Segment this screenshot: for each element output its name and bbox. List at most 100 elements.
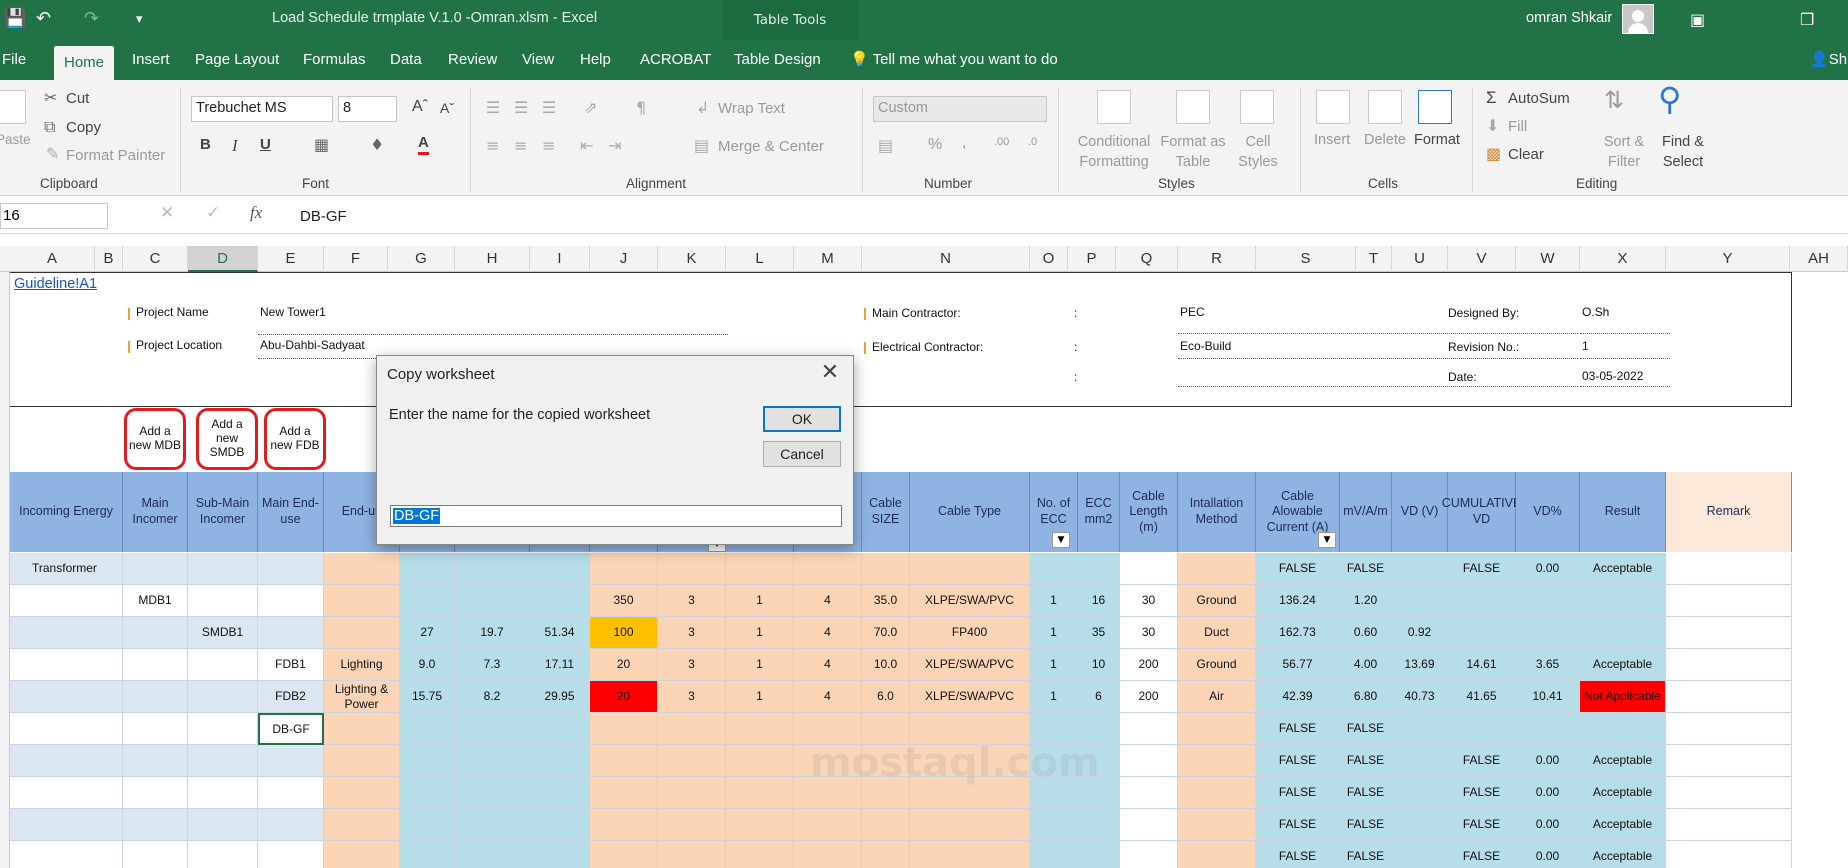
table-cell[interactable]	[1120, 745, 1178, 777]
table-cell[interactable]: 19.7	[455, 617, 530, 649]
table-cell[interactable]	[400, 553, 455, 585]
column-header-v[interactable]: V	[1448, 246, 1516, 272]
bold-icon[interactable]: B	[200, 136, 211, 153]
table-cell[interactable]	[324, 777, 400, 809]
orientation-icon[interactable]: ⇗	[584, 98, 597, 117]
rtl-icon[interactable]: ¶	[636, 98, 646, 117]
table-cell[interactable]	[590, 841, 658, 868]
table-cell[interactable]: 20	[590, 681, 658, 713]
table-cell[interactable]	[10, 617, 123, 649]
table-cell[interactable]: SMDB1	[188, 617, 258, 649]
align-left-icon[interactable]: ≡	[486, 136, 499, 155]
grow-font-icon[interactable]: Aˆ	[412, 98, 428, 116]
table-cell[interactable]	[324, 809, 400, 841]
column-header-l[interactable]: L	[726, 246, 794, 272]
table-cell[interactable]	[258, 777, 324, 809]
table-cell[interactable]: 0.00	[1516, 777, 1580, 809]
table-cell[interactable]	[530, 553, 590, 585]
tab-file[interactable]: File	[0, 40, 36, 80]
table-cell[interactable]	[1120, 777, 1178, 809]
table-cell[interactable]	[1666, 841, 1792, 868]
table-cell[interactable]	[123, 713, 188, 745]
table-cell[interactable]	[794, 841, 862, 868]
table-cell[interactable]: 41.65	[1448, 681, 1516, 713]
table-cell[interactable]	[10, 777, 123, 809]
table-cell[interactable]: Not Applicable	[1580, 681, 1666, 713]
table-cell[interactable]	[455, 745, 530, 777]
table-cell[interactable]	[1580, 585, 1666, 617]
table-cell[interactable]: XLPE/SWA/PVC	[910, 585, 1030, 617]
table-cell[interactable]	[1030, 809, 1078, 841]
table-cell[interactable]: FALSE	[1448, 553, 1516, 585]
format-as-table-button[interactable]: Format as Table	[1160, 132, 1226, 172]
table-cell[interactable]: 20	[590, 649, 658, 681]
table-cell[interactable]	[455, 713, 530, 745]
column-header-x[interactable]: X	[1580, 246, 1666, 272]
table-cell[interactable]: 35.0	[862, 585, 910, 617]
table-cell[interactable]: FALSE	[1256, 713, 1340, 745]
table-cell[interactable]: 0.00	[1516, 809, 1580, 841]
format-painter-button[interactable]: Format Painter	[66, 147, 165, 164]
table-cell[interactable]	[188, 745, 258, 777]
table-cell[interactable]: 3	[658, 617, 726, 649]
name-box[interactable]: 16	[0, 203, 108, 229]
font-size-select[interactable]: 8	[338, 96, 397, 122]
tab-page-layout[interactable]: Page Layout	[185, 40, 289, 80]
table-cell[interactable]	[1580, 713, 1666, 745]
table-cell[interactable]	[400, 841, 455, 868]
table-cell[interactable]	[794, 809, 862, 841]
table-cell[interactable]	[1580, 617, 1666, 649]
tab-review[interactable]: Review	[438, 40, 507, 80]
undo-icon[interactable]: ↶	[36, 8, 51, 29]
table-cell[interactable]	[1666, 553, 1792, 585]
table-cell[interactable]: XLPE/SWA/PVC	[910, 649, 1030, 681]
table-cell[interactable]: FALSE	[1340, 809, 1392, 841]
table-cell[interactable]: FALSE	[1448, 777, 1516, 809]
table-cell[interactable]: FALSE	[1448, 841, 1516, 868]
table-cell[interactable]	[1392, 809, 1448, 841]
increase-indent-icon[interactable]: ⇥	[608, 136, 621, 155]
table-cell[interactable]: 162.73	[1256, 617, 1340, 649]
table-cell[interactable]	[1666, 585, 1792, 617]
table-cell[interactable]: FP400	[910, 617, 1030, 649]
table-cell[interactable]: Acceptable	[1580, 553, 1666, 585]
comma-style-icon[interactable]: ,	[962, 134, 966, 152]
table-cell[interactable]	[726, 777, 794, 809]
table-cell[interactable]	[1516, 713, 1580, 745]
table-cell[interactable]	[590, 553, 658, 585]
table-cell[interactable]	[658, 745, 726, 777]
tell-me-search[interactable]: 💡 Tell me what you want to do	[850, 40, 1058, 80]
table-cell[interactable]	[1178, 745, 1256, 777]
table-cell[interactable]: 350	[590, 585, 658, 617]
table-cell[interactable]	[123, 745, 188, 777]
table-cell[interactable]	[1666, 809, 1792, 841]
column-header-t[interactable]: T	[1356, 246, 1392, 272]
redo-icon[interactable]: ↷	[84, 8, 99, 29]
table-cell[interactable]: 4	[794, 681, 862, 713]
table-cell[interactable]: 100	[590, 617, 658, 649]
table-cell[interactable]	[455, 553, 530, 585]
table-cell[interactable]	[1392, 841, 1448, 868]
table-cell[interactable]: FALSE	[1256, 553, 1340, 585]
table-cell[interactable]	[1078, 553, 1120, 585]
table-cell[interactable]: 3	[658, 585, 726, 617]
table-cell[interactable]: 27	[400, 617, 455, 649]
table-cell[interactable]: Ground	[1178, 649, 1256, 681]
table-cell[interactable]: FALSE	[1340, 713, 1392, 745]
decrease-decimal-icon[interactable]: .0	[1028, 136, 1037, 148]
table-cell[interactable]	[1120, 841, 1178, 868]
table-cell[interactable]	[1392, 713, 1448, 745]
column-header-m[interactable]: M	[794, 246, 862, 272]
table-cell[interactable]: 14.61	[1448, 649, 1516, 681]
table-cell[interactable]: 1	[1030, 585, 1078, 617]
table-cell[interactable]: Acceptable	[1580, 841, 1666, 868]
column-header-k[interactable]: K	[658, 246, 726, 272]
table-cell[interactable]: 40.73	[1392, 681, 1448, 713]
table-cell[interactable]	[188, 585, 258, 617]
table-cell[interactable]	[455, 809, 530, 841]
table-cell[interactable]	[400, 713, 455, 745]
table-cell[interactable]: 1	[1030, 617, 1078, 649]
table-cell[interactable]	[530, 777, 590, 809]
table-cell[interactable]	[1666, 777, 1792, 809]
column-header-j[interactable]: J	[590, 246, 658, 272]
